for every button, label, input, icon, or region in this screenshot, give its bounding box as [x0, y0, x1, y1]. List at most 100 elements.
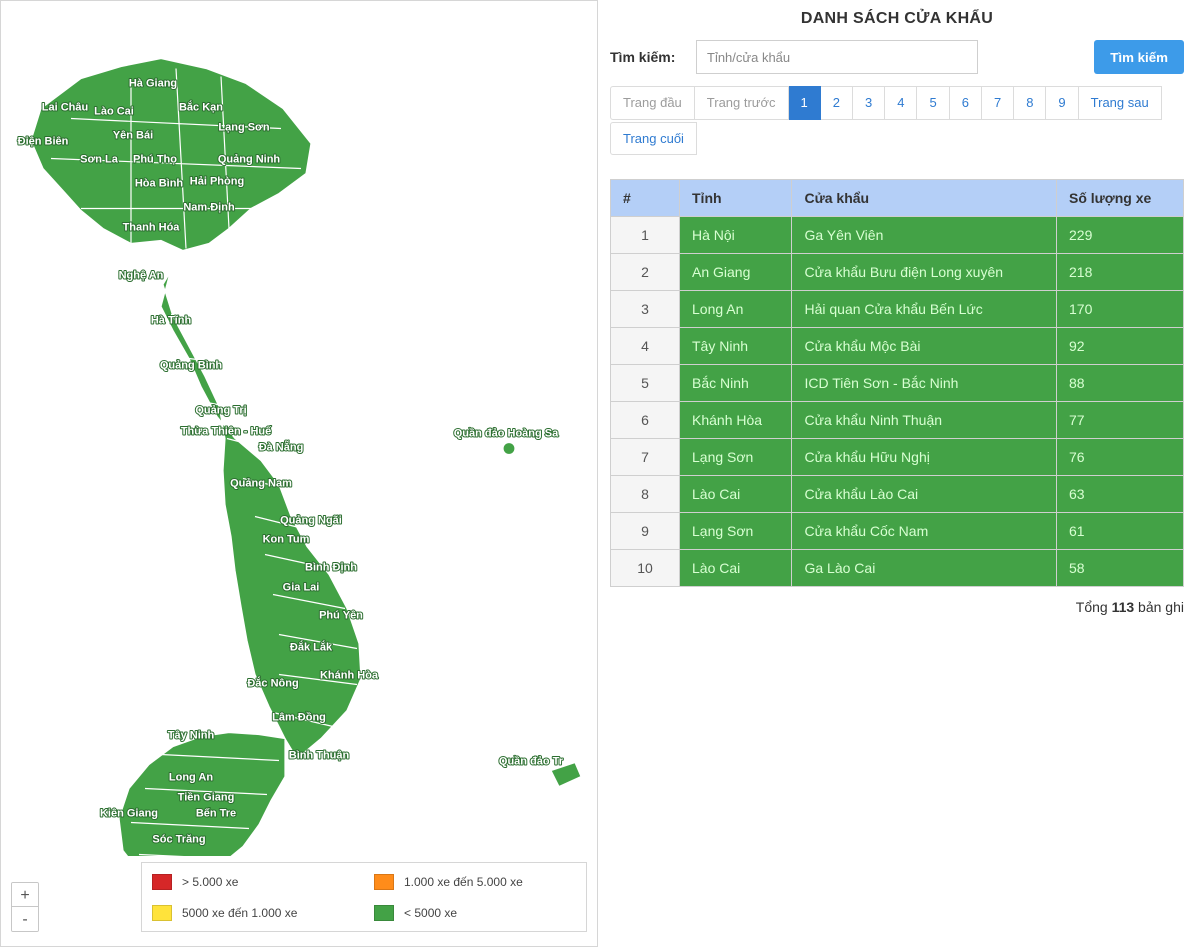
total-records: Tổng 113 bản ghi [610, 599, 1184, 615]
table-row[interactable]: 7Lạng SơnCửa khẩu Hữu Nghị76 [611, 439, 1184, 476]
pager-page-9[interactable]: 9 [1046, 86, 1078, 120]
col-qty: Số lượng xe [1057, 180, 1184, 217]
cell-qty: 88 [1057, 365, 1184, 402]
province-label[interactable]: Quần đảo Tr [499, 756, 564, 768]
province-label[interactable]: Lào Cai [94, 106, 134, 118]
pager-page-3[interactable]: 3 [853, 86, 885, 120]
legend-label: < 5000 xe [404, 906, 457, 920]
map-legend: > 5.000 xe 1.000 xe đến 5.000 xe 5000 xe… [141, 862, 587, 932]
pagination: Trang đầuTrang trước123456789Trang sau Tr… [610, 86, 1184, 155]
province-label[interactable]: Quảng Ninh [218, 154, 281, 166]
pager-page-1[interactable]: 1 [789, 86, 821, 120]
province-label[interactable]: Đắk Lắk [290, 641, 333, 654]
vietnam-map-svg[interactable]: Hà Giang Lai Châu Lào Cai Bắc Kạn Yên Bái Lạn… [11, 11, 587, 856]
pager-page-8[interactable]: 8 [1014, 86, 1046, 120]
table-row[interactable]: 1Hà NộiGa Yên Viên229 [611, 217, 1184, 254]
province-label[interactable]: Long An [169, 772, 213, 784]
province-label[interactable]: Quần đảo Hoàng Sa [454, 428, 559, 440]
pager-page-6[interactable]: 6 [950, 86, 982, 120]
cell-province: Hà Nội [680, 217, 792, 254]
province-label[interactable]: Kon Tum [263, 534, 310, 546]
province-label[interactable]: Hà Tĩnh [151, 315, 192, 327]
province-label[interactable]: Hà Giang [129, 78, 177, 90]
province-label[interactable]: Khánh Hòa [320, 670, 379, 682]
cell-qty: 77 [1057, 402, 1184, 439]
pager-page-5[interactable]: 5 [917, 86, 949, 120]
legend-item: > 5.000 xe [152, 874, 354, 890]
province-label[interactable]: Lai Châu [42, 102, 88, 114]
pager-page-7[interactable]: 7 [982, 86, 1014, 120]
table-row[interactable]: 2An GiangCửa khẩu Bưu điện Long xuyên218 [611, 254, 1184, 291]
pager-page-2[interactable]: 2 [821, 86, 853, 120]
table-row[interactable]: 5Bắc NinhICD Tiên Sơn - Bắc Ninh88 [611, 365, 1184, 402]
cell-idx: 2 [611, 254, 680, 291]
zoom-out-button[interactable]: - [12, 907, 38, 931]
table-row[interactable]: 4Tây NinhCửa khẩu Mộc Bài92 [611, 328, 1184, 365]
province-label[interactable]: Bình Thuận [289, 750, 350, 762]
province-label[interactable]: Hải Phòng [190, 176, 244, 188]
zoom-in-button[interactable]: + [12, 883, 38, 907]
pager-next[interactable]: Trang sau [1079, 86, 1162, 120]
province-label[interactable]: Nghệ An [119, 270, 164, 282]
province-label[interactable]: Kiên Giang [100, 808, 158, 820]
hoang-sa-dot[interactable] [503, 443, 515, 455]
pager-first[interactable]: Trang đầu [610, 86, 695, 120]
province-label[interactable]: Phú Yên [319, 610, 363, 622]
table-row[interactable]: 3Long AnHải quan Cửa khẩu Bến Lức170 [611, 291, 1184, 328]
province-label[interactable]: Gia Lai [283, 582, 320, 594]
province-label[interactable]: Bắc Kạn [179, 101, 223, 114]
province-label[interactable]: Sóc Trăng [152, 834, 205, 846]
table-row[interactable]: 9Lạng SơnCửa khẩu Cốc Nam61 [611, 513, 1184, 550]
province-label[interactable]: Quảng Ngãi [280, 515, 342, 527]
cell-idx: 6 [611, 402, 680, 439]
cell-gate: Hải quan Cửa khẩu Bến Lức [792, 291, 1057, 328]
province-label[interactable]: Bến Tre [196, 808, 236, 820]
cell-idx: 8 [611, 476, 680, 513]
cell-province: Bắc Ninh [680, 365, 792, 402]
col-idx: # [611, 180, 680, 217]
province-label[interactable]: Thanh Hóa [123, 222, 181, 234]
table-row[interactable]: 8Lào CaiCửa khẩu Lào Cai63 [611, 476, 1184, 513]
legend-swatch-green [374, 905, 394, 921]
pager-last[interactable]: Trang cuối [610, 122, 697, 156]
list-panel: DANH SÁCH CỬA KHẨU Tìm kiếm: Tìm kiếm Tr… [598, 0, 1200, 945]
cell-idx: 3 [611, 291, 680, 328]
province-label[interactable]: Lâm Đồng [272, 712, 326, 724]
province-label[interactable]: Yên Bái [113, 130, 153, 142]
cell-province: Lạng Sơn [680, 439, 792, 476]
province-label[interactable]: Hòa Bình [135, 178, 184, 190]
pager-prev[interactable]: Trang trước [695, 86, 789, 120]
province-label[interactable]: Đà Nẵng [259, 441, 304, 454]
province-label[interactable]: Lạng Sơn [218, 122, 269, 134]
cell-qty: 63 [1057, 476, 1184, 513]
province-label[interactable]: Phú Thọ [133, 154, 177, 166]
cell-qty: 76 [1057, 439, 1184, 476]
province-label[interactable]: Quảng Trị [195, 405, 246, 417]
cell-province: Lào Cai [680, 550, 792, 587]
cell-idx: 4 [611, 328, 680, 365]
province-label[interactable]: Quảng Nam [230, 478, 292, 490]
province-label[interactable]: Thừa Thiên - Huế [181, 426, 272, 438]
province-label[interactable]: Sơn La [80, 154, 119, 166]
province-label[interactable]: Nam Định [183, 202, 235, 214]
legend-swatch-red [152, 874, 172, 890]
search-button[interactable]: Tìm kiếm [1094, 40, 1184, 74]
cell-gate: Cửa khẩu Mộc Bài [792, 328, 1057, 365]
table-row[interactable]: 6Khánh HòaCửa khẩu Ninh Thuận77 [611, 402, 1184, 439]
cell-qty: 229 [1057, 217, 1184, 254]
search-row: Tìm kiếm: Tìm kiếm [610, 40, 1184, 74]
province-label[interactable]: Tây Ninh [168, 730, 215, 742]
province-label[interactable]: Bình Định [305, 562, 357, 574]
legend-swatch-yellow [152, 905, 172, 921]
province-label[interactable]: Tiền Giang [178, 792, 235, 804]
cell-gate: Cửa khẩu Ninh Thuận [792, 402, 1057, 439]
cell-qty: 170 [1057, 291, 1184, 328]
pager-page-4[interactable]: 4 [885, 86, 917, 120]
table-row[interactable]: 10Lào CaiGa Lào Cai58 [611, 550, 1184, 587]
cell-gate: Cửa khẩu Lào Cai [792, 476, 1057, 513]
province-label[interactable]: Đắc Nông [247, 677, 298, 690]
province-label[interactable]: Quảng Bình [160, 360, 223, 372]
search-input[interactable] [696, 40, 978, 74]
map[interactable]: Hà Giang Lai Châu Lào Cai Bắc Kạn Yên Bái Lạn… [11, 11, 587, 856]
province-label[interactable]: Điện Biên [18, 136, 69, 148]
